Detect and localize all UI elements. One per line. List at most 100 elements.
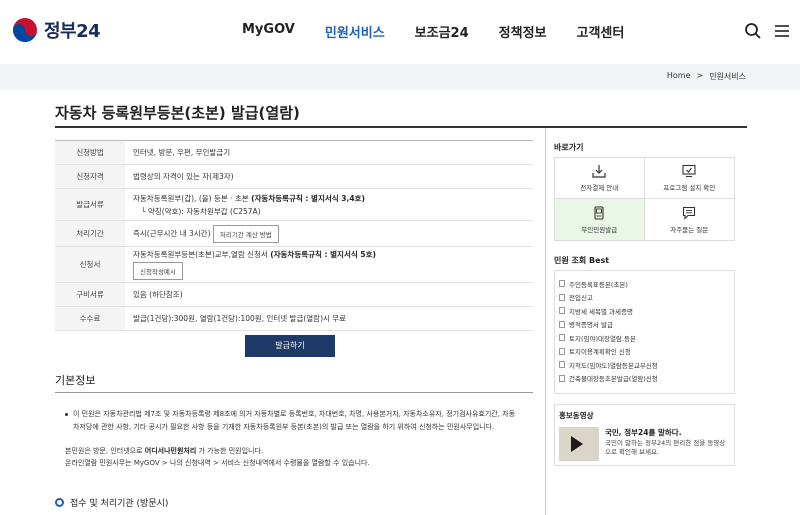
document-icon (559, 347, 565, 355)
column-divider (545, 128, 546, 515)
title-divider (55, 126, 747, 128)
form-label: 발급서류 (55, 188, 125, 221)
best-item[interactable]: 병적증명서 발급 (559, 318, 734, 332)
quick-unmanned-issue[interactable]: 무인민원발급 (555, 199, 645, 240)
page-title: 자동차 등록원부등본(초본) 발급(열람) (55, 104, 300, 122)
best-list-title: 민원 조회 Best (554, 256, 610, 265)
basic-desc-2-bold: 어디서나민원처리 (144, 447, 197, 455)
best-item-label: 주민등록표등본(초본) (569, 280, 628, 289)
best-item-label: 지적도(임야도)열람등본교부신청 (569, 361, 658, 370)
best-item[interactable]: 지적도(임야도)열람등본교부신청 (559, 358, 734, 372)
qualification-label: 신청자격 (55, 164, 125, 189)
form-value-sub: └ 약칭(약호): 자동차원부갑 (C257A) (141, 206, 261, 216)
document-icon (559, 307, 565, 315)
document-icon (559, 361, 565, 369)
best-item[interactable]: 건축물대장등초본발급(열람)신청 (559, 372, 734, 386)
quick-payment-guide-label: 전자결제 안내 (580, 184, 619, 192)
quick-links-grid: 전자결제 안내 프로그램 설치 확인 무인민원발급 자주묻는 질문 (554, 157, 735, 241)
period-value-cell: 즉시(근무시간 내 3시간) 처리기간 계산 방법 (125, 220, 533, 247)
breadcrumb-current[interactable]: 민원서비스 (709, 71, 746, 82)
method-value: 인터넷, 방문, 우편, 무인발급기 (125, 140, 533, 165)
quick-program-check[interactable]: 프로그램 설치 확인 (644, 158, 734, 199)
best-item-label: 전입신고 (569, 294, 593, 303)
basic-desc-2-post: 가 가능한 민원입니다. (196, 447, 264, 455)
period-label: 처리기간 (55, 220, 125, 247)
best-item[interactable]: 주민등록표등본(초본) (559, 277, 734, 291)
best-item[interactable]: 전입신고 (559, 291, 734, 305)
period-calc-button[interactable]: 처리기간 계산 방법 (212, 224, 279, 243)
breadcrumb: Home > 민원서비스 (667, 71, 746, 82)
application-value-plain: 자동차등록원부등본(초본)교부,열람 신청서 (133, 250, 271, 259)
best-item[interactable]: 토지(임야)대장열람.등본 (559, 331, 734, 345)
video-headline: 국민, 정부24를 말하다. (605, 428, 682, 437)
logo-text: 정부24 (44, 21, 101, 42)
breadcrumb-separator: > (696, 71, 704, 80)
breadcrumb-bar: Home > 민원서비스 (0, 64, 800, 90)
method-label: 신청방법 (55, 140, 125, 165)
promo-video-box: 홍보동영상 국민, 정부24를 말하다. 국민이 말하는 정부24의 편리한 점… (554, 404, 735, 466)
nav-customer-center[interactable]: 고객센터 (577, 22, 625, 41)
fee-value: 발급(1건당):300원, 열람(1건당):100원, 인터넷 발급(열람)시 … (125, 306, 533, 331)
promo-video-title: 홍보동영상 (559, 411, 594, 420)
basic-desc-1-text: 이 민원은 자동차관리법 제7조 및 자동차등록령 제8조에 의거 자동차별로 … (73, 410, 516, 418)
quick-unmanned-issue-label: 무인민원발급 (581, 225, 618, 234)
circle-bullet-icon (55, 498, 64, 507)
document-icon (559, 334, 565, 342)
best-item-label: 토지이용계획확인 신청 (569, 348, 631, 357)
basic-desc-3: 온라인열람 민원사무는 MyGOV > 나의 신청내역 > 서비스 신청내역에서… (65, 459, 370, 467)
nav-mygov[interactable]: MyGOV (242, 22, 295, 41)
kiosk-icon (594, 205, 604, 220)
basic-info-title: 기본정보 (55, 374, 96, 387)
document-icon (559, 280, 565, 288)
download-icon (592, 165, 606, 178)
document-icon (559, 374, 565, 382)
document-icon (559, 320, 565, 328)
search-icon[interactable] (744, 22, 762, 40)
basic-desc-1: 이 민원은 자동차관리법 제7조 및 자동차등록령 제8조에 의거 자동차별로 … (65, 409, 515, 420)
reception-section-title: 접수 및 처리기관 (방문시) (70, 499, 169, 509)
form-value: 자동차등록원부(갑), (을) 등본 · 초본 (자동차등록규칙 : 별지서식 … (125, 188, 533, 221)
documents-label: 구비서류 (55, 282, 125, 307)
basic-desc-2: 본민원은 방문, 인터넷으로 어디서나민원처리 가 가능한 민원입니다. (65, 446, 263, 457)
video-thumbnail[interactable] (559, 427, 599, 461)
quick-faq-label: 자주묻는 질문 (670, 225, 709, 234)
best-item-label: 병적증명서 발급 (569, 321, 613, 330)
video-description: 국민이 말하는 정부24의 편리한 점을 동영상으로 확인해 보세요. (605, 439, 726, 456)
bullet-dot (65, 412, 68, 416)
best-item-label: 지방세 세목별 과세증명 (569, 307, 633, 316)
quick-payment-guide[interactable]: 전자결제 안내 (555, 158, 645, 199)
nav-subsidy[interactable]: 보조금24 (415, 22, 469, 41)
best-item-label: 건축물대장등초본발급(열람)신청 (569, 375, 658, 384)
nav-policy[interactable]: 정책정보 (499, 22, 547, 41)
nav-civil-service[interactable]: 민원서비스 (325, 22, 385, 41)
quick-links-title: 바로가기 (554, 143, 584, 152)
best-item[interactable]: 지방세 세목별 과세증명 (559, 304, 734, 318)
basic-info-divider (55, 392, 533, 393)
best-item-label: 토지(임야)대장열람.등본 (569, 334, 636, 343)
documents-value: 있음 (하단참조) (125, 282, 533, 307)
application-label: 신청서 (55, 246, 125, 283)
reception-section-heading: 접수 및 처리기관 (방문시) (55, 496, 168, 509)
application-example-button[interactable]: 신청작성예시 (133, 262, 183, 280)
best-list: 주민등록표등본(초본) 전입신고 지방세 세목별 과세증명 병적증명서 발급 토… (554, 270, 735, 394)
quick-faq[interactable]: 자주묻는 질문 (645, 199, 735, 240)
basic-desc-1b: 차저당에 관한 사항, 기타 공시가 필요한 사항 등을 기재한 자동차등록원부… (73, 423, 495, 431)
qualification-value: 법령상의 자격이 있는 자(제3자) (125, 164, 533, 189)
form-value-bold: (자동차등록규칙 : 별지서식 3,4호) (251, 193, 365, 203)
play-icon (571, 436, 583, 452)
application-value-cell: 자동차등록원부등본(초본)교부,열람 신청서 (자동차등록규칙 : 별지서식 5… (125, 246, 533, 283)
main-nav: MyGOV 민원서비스 보조금24 정책정보 고객센터 (242, 22, 654, 41)
period-value: 즉시(근무시간 내 3시간) (133, 228, 211, 238)
breadcrumb-home[interactable]: Home (667, 71, 691, 82)
site-logo[interactable]: 정부24 (12, 17, 101, 43)
speech-bubble-icon (683, 206, 696, 220)
menu-icon[interactable] (773, 22, 791, 40)
issue-button[interactable]: 발급하기 (245, 335, 335, 357)
taegeuk-logo-icon (13, 18, 37, 42)
application-value-bold: (자동차등록규칙 : 별지서식 5호) (270, 250, 376, 259)
form-value-plain: 자동차등록원부(갑), (을) 등본 · 초본 (133, 193, 252, 203)
document-icon (559, 293, 565, 301)
fee-label: 수수료 (55, 306, 125, 331)
best-item[interactable]: 토지이용계획확인 신청 (559, 345, 734, 359)
basic-desc-2-pre: 본민원은 방문, 인터넷으로 (65, 447, 145, 455)
